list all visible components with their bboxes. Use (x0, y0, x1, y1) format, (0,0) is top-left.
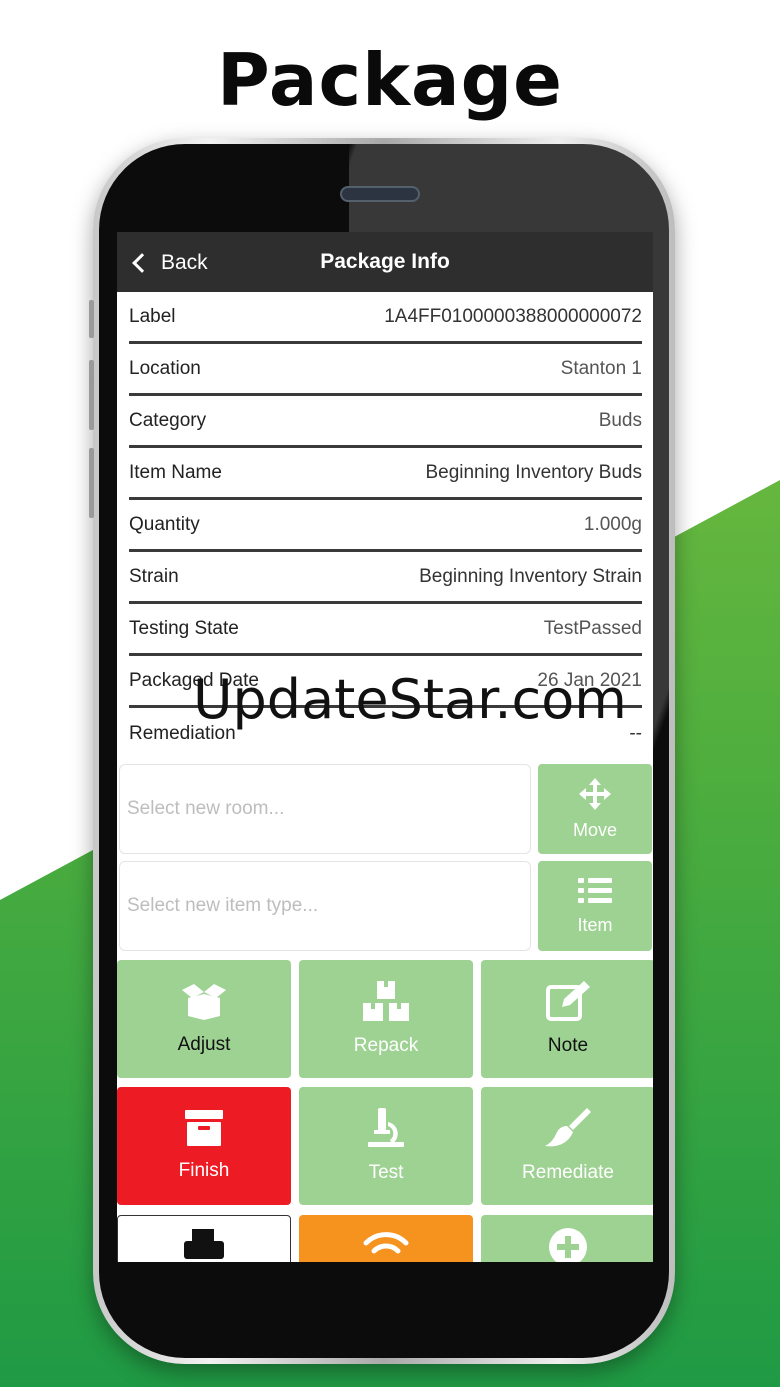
adjust-label: Adjust (177, 1034, 231, 1055)
navbar: Back Package Info (117, 232, 653, 292)
remediate-label: Remediate (522, 1162, 614, 1183)
info-row-strain: Strain Beginning Inventory Strain (129, 552, 642, 604)
test-button[interactable]: Test (299, 1087, 473, 1205)
edit-icon (546, 981, 590, 1021)
plus-circle-icon (549, 1228, 587, 1262)
row-value: TestPassed (543, 617, 642, 639)
row-value: Buds (598, 409, 642, 431)
move-arrows-icon (579, 777, 611, 810)
row-label: Quantity (129, 513, 200, 535)
room-select[interactable]: Select new room... (119, 764, 531, 854)
open-box-icon (182, 984, 226, 1020)
row-label: Category (129, 409, 207, 431)
repack-button[interactable]: Repack (299, 960, 473, 1078)
item-label: Item (577, 914, 613, 935)
row-value: Beginning Inventory Strain (419, 565, 642, 587)
repack-label: Repack (353, 1035, 419, 1056)
item-button[interactable]: Item (538, 861, 652, 951)
list-icon (578, 877, 612, 903)
brush-icon (545, 1108, 591, 1147)
add-button[interactable] (481, 1215, 653, 1262)
row-label: Location (129, 357, 201, 379)
move-button[interactable]: Move (538, 764, 652, 854)
phone-volume-up (89, 360, 94, 430)
phone-mute-switch (89, 300, 94, 338)
row-label: Testing State (129, 617, 239, 639)
finish-button[interactable]: Finish (117, 1087, 291, 1205)
info-row-category: Category Buds (129, 396, 642, 448)
move-label: Move (572, 819, 617, 840)
item-type-select[interactable]: Select new item type... (119, 861, 531, 951)
note-label: Note (547, 1035, 589, 1056)
phone-volume-down (89, 448, 94, 518)
row-value: 1A4FF0100000388000000072 (384, 305, 642, 327)
info-row-item-name: Item Name Beginning Inventory Buds (129, 448, 642, 500)
move-row: Select new room... Move (117, 764, 653, 856)
adjust-button[interactable]: Adjust (117, 960, 291, 1078)
row-value: 1.000g (583, 513, 642, 535)
print-button[interactable] (117, 1215, 291, 1262)
info-row-location: Location Stanton 1 (129, 344, 642, 396)
item-row: Select new item type... Item (117, 861, 653, 953)
printer-icon (184, 1229, 224, 1259)
promo-title: Package (217, 38, 563, 122)
remediate-button[interactable]: Remediate (481, 1087, 653, 1205)
row-label: Item Name (129, 461, 222, 483)
note-button[interactable]: Note (481, 960, 653, 1078)
wifi-icon (363, 1232, 409, 1254)
row-label: Strain (129, 565, 179, 587)
app-screen: Back Package Info Label 1A4FF01000003880… (117, 232, 653, 1262)
info-row-label: Label 1A4FF0100000388000000072 (129, 292, 642, 344)
boxes-icon (363, 981, 409, 1021)
test-label: Test (368, 1162, 404, 1183)
watermark: UpdateStar.com (193, 668, 627, 731)
info-row-quantity: Quantity 1.000g (129, 500, 642, 552)
phone-speaker (340, 186, 420, 202)
row-value: -- (629, 723, 642, 744)
screen-title: Package Info (320, 250, 450, 273)
archive-icon (185, 1110, 223, 1146)
microscope-icon (368, 1108, 404, 1147)
row-value: Stanton 1 (560, 357, 642, 379)
finish-label: Finish (178, 1160, 230, 1181)
row-label: Label (129, 305, 176, 327)
row-value: Beginning Inventory Buds (425, 461, 642, 483)
info-row-testing-state: Testing State TestPassed (129, 604, 642, 656)
wifi-button[interactable] (299, 1215, 473, 1262)
